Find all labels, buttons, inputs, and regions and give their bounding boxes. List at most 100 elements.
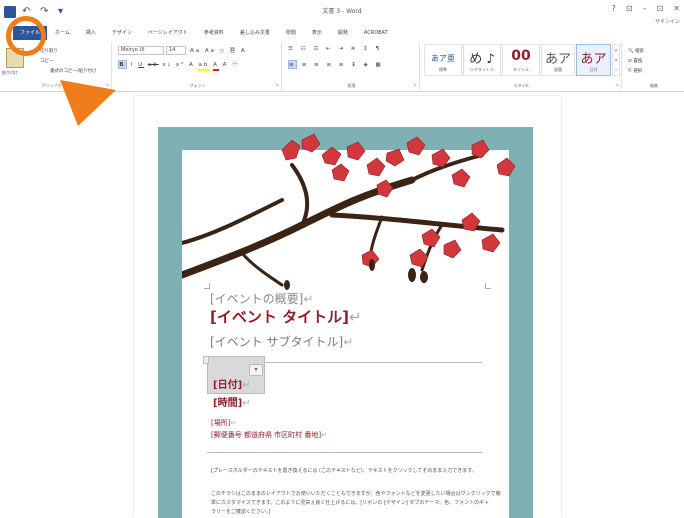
signin-link[interactable]: サインイン: [655, 18, 680, 25]
paste-label[interactable]: 貼り付け: [2, 70, 18, 76]
highlight-icon[interactable]: ab: [198, 62, 210, 71]
tab-home[interactable]: ホーム: [47, 26, 78, 40]
pointer-arrow-icon: [60, 80, 116, 126]
style-preview: あア: [580, 52, 607, 67]
phonetic-guide-icon[interactable]: 亜: [230, 48, 238, 54]
cut-button[interactable]: 切り取り: [40, 48, 58, 54]
style-normal[interactable]: あア亜 標準: [424, 44, 462, 76]
asian-layout-icon[interactable]: ※: [351, 46, 359, 52]
format-painter-button[interactable]: 書式のコピー/貼り付け: [50, 68, 97, 74]
clear-format-icon[interactable]: ◇: [220, 48, 226, 54]
body-text-line[interactable]: [プレースホルダーのテキストを置き換えるには (このテキストなど)、テキストをク…: [211, 467, 477, 474]
copy-button[interactable]: コピー: [40, 58, 54, 64]
font-size-select[interactable]: 14: [166, 46, 186, 55]
event-address-text: [郵便番号 都道府県 市区町村 番地]: [211, 431, 322, 439]
event-address[interactable]: [郵便番号 都道府県 市区町村 番地]↵: [211, 430, 327, 440]
ribbon-display-button[interactable]: ⊡: [626, 4, 633, 13]
paragraph-group-label: 段落: [347, 83, 356, 88]
tab-design[interactable]: デザイン: [104, 26, 140, 40]
underline-icon[interactable]: U: [138, 62, 144, 68]
decrease-indent-icon[interactable]: ⇤: [326, 46, 334, 52]
style-name: 日付: [589, 67, 598, 72]
paragraph-mark: ↵: [303, 292, 314, 306]
justify-icon[interactable]: ≡: [326, 62, 334, 68]
font-launcher-icon[interactable]: ↘: [275, 82, 279, 88]
italic-icon[interactable]: I: [131, 62, 135, 68]
tab-insert[interactable]: 挿入: [78, 26, 104, 40]
font-color-icon[interactable]: A: [213, 62, 219, 71]
enclose-char-icon[interactable]: ㊀: [232, 62, 240, 68]
content-control-handle[interactable]: [203, 356, 209, 364]
tab-acrobat[interactable]: ACROBAT: [356, 26, 396, 40]
text-effects-icon[interactable]: A: [189, 62, 195, 68]
show-marks-icon[interactable]: ¶: [376, 46, 383, 52]
event-place[interactable]: [場所]↵: [211, 418, 236, 428]
shrink-font-icon[interactable]: a: [196, 48, 201, 54]
body-text-line[interactable]: 単にカスタマイズできます。このように見栄え良く仕上げるには、[リボンの [デザイ…: [211, 499, 489, 506]
style-title[interactable]: 00 タイトル: [502, 44, 540, 76]
style-tour-title[interactable]: め ♪ ツアタイトル: [463, 44, 501, 76]
distributed-icon[interactable]: ≡: [339, 62, 347, 68]
window-controls: ? ⊡ – ⊡ ✕: [612, 4, 680, 13]
select-label: 選択: [633, 69, 643, 74]
tab-references[interactable]: 参考資料: [196, 26, 232, 40]
event-date[interactable]: [日付]↵: [213, 376, 251, 391]
divider: [207, 452, 482, 453]
tab-page-layout[interactable]: ページレイアウト: [140, 26, 196, 40]
line-spacing-icon[interactable]: ↨: [351, 62, 359, 68]
replace-label: 置換: [633, 59, 643, 64]
body-text-line[interactable]: このチラシはこのままのレイアウトでお使いいただくこともできますが、色やフォントな…: [211, 490, 501, 497]
numbering-icon[interactable]: ☷: [301, 46, 309, 52]
paragraph-launcher-icon[interactable]: ↘: [413, 82, 417, 88]
cherry-blossom-branch-image: [182, 133, 516, 290]
strikethrough-icon[interactable]: ab: [148, 62, 159, 68]
styles-scroll[interactable]: ▴ ▾ ▿: [612, 44, 620, 76]
styles-launcher-icon[interactable]: ↘: [615, 82, 619, 88]
ribbon-tabs: ファイル ホーム 挿入 デザイン ページレイアウト 参考資料 差し込み文書 校閲…: [0, 26, 684, 40]
sort-icon[interactable]: ↕: [363, 46, 371, 52]
help-button[interactable]: ?: [612, 4, 616, 13]
tab-mailings[interactable]: 差し込み文書: [232, 26, 278, 40]
align-center-icon[interactable]: ≡: [302, 62, 310, 68]
align-right-icon[interactable]: ≡: [314, 62, 322, 68]
font-name-select[interactable]: Meiryo UI: [118, 46, 164, 55]
tab-review[interactable]: 校閲: [278, 26, 304, 40]
subscript-icon[interactable]: x₂: [163, 62, 172, 68]
body-text-line[interactable]: ラリーをご確認ください。]: [211, 508, 270, 515]
style-subtitle[interactable]: あア 副題: [541, 44, 575, 76]
style-preview: め ♪: [469, 52, 495, 67]
style-date[interactable]: あア 日付: [576, 44, 611, 76]
char-shading-icon[interactable]: A: [223, 62, 229, 68]
bullets-icon[interactable]: ☰: [288, 46, 296, 52]
close-button[interactable]: ✕: [673, 4, 680, 13]
date-picker-dropdown-icon[interactable]: ▾: [249, 364, 263, 376]
select-button[interactable]: ⇱ 選択: [628, 68, 642, 74]
event-date-text: [日付]: [213, 380, 243, 391]
tab-view[interactable]: 表示: [304, 26, 330, 40]
style-preview: あア亜: [431, 54, 455, 63]
paragraph-mark: ↵: [343, 335, 354, 349]
maximize-button[interactable]: ⊡: [657, 4, 664, 13]
event-summary[interactable]: [イベントの概要]↵: [210, 290, 313, 307]
event-time[interactable]: [時間]↵: [213, 394, 251, 409]
align-left-icon[interactable]: ≡: [288, 60, 297, 69]
minimize-button[interactable]: –: [643, 4, 647, 13]
increase-indent-icon[interactable]: ⇥: [338, 46, 346, 52]
style-name: ツアタイトル: [470, 67, 494, 72]
event-subtitle[interactable]: [イベント サブタイトル]↵: [210, 333, 353, 350]
event-place-text: [場所]: [211, 419, 231, 427]
char-border-icon[interactable]: A: [241, 48, 247, 54]
bold-icon[interactable]: B: [118, 60, 127, 69]
tab-developer[interactable]: 開発: [330, 26, 356, 40]
shading-icon[interactable]: ◈: [364, 62, 371, 68]
borders-icon[interactable]: ▦: [376, 62, 384, 68]
find-button[interactable]: 🔍 検索: [628, 48, 644, 54]
replace-button[interactable]: ⇄ 置換: [628, 58, 642, 64]
style-name: タイトル: [513, 67, 529, 72]
list-tools: ☰ ☷ ☶ ⇤ ⇥ ※ ↕ ¶: [288, 46, 382, 52]
paragraph-mark: ↵: [242, 380, 251, 391]
multilevel-list-icon[interactable]: ☶: [313, 46, 321, 52]
superscript-icon[interactable]: x²: [176, 62, 185, 68]
event-title[interactable]: [イベント タイトル]↵: [210, 306, 362, 327]
change-case-icon[interactable]: Aa: [205, 48, 216, 54]
